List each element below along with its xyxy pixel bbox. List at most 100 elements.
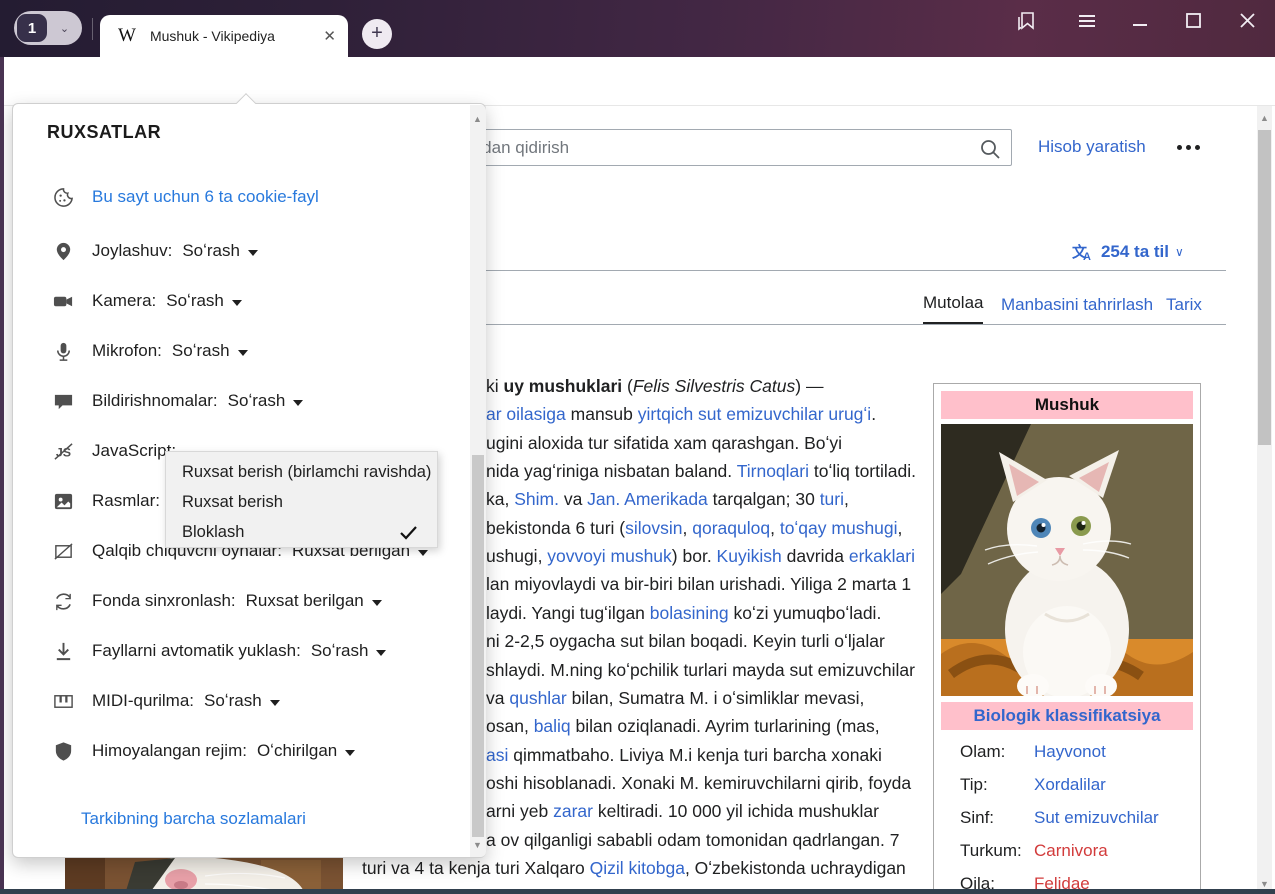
article-link[interactable]: Tirnoqlari [737,461,809,481]
chevron-down-icon[interactable] [418,550,428,556]
browser-window: 1 ⌄ W Mushuk - Vikipediya ✕ + [0,0,1275,894]
article-link[interactable]: asi [486,745,508,765]
menu-icon[interactable] [1074,8,1100,34]
article-link[interactable]: yovvoyi mushuk [547,546,672,566]
article-link[interactable]: toʻqay mushugi [780,518,898,538]
article-link[interactable]: Jan. Amerikada [587,489,708,509]
article-link[interactable]: Kuyikish [717,546,782,566]
article-line: ka, Shim. va Jan. Amerikada tarqalgan; 3… [486,489,849,510]
language-selector[interactable]: 文A 254 ta til ∨ [1072,241,1184,262]
chevron-down-icon[interactable] [248,250,258,256]
images-icon [53,491,74,512]
permission-row-location: Joylashuv:Soʻrash [53,238,258,264]
all-content-settings-link[interactable]: Tarkibning barcha sozlamalari [81,809,306,829]
menu-option[interactable]: Ruxsat berish [182,488,422,516]
chevron-down-icon[interactable] [293,400,303,406]
article-line: bekistonda 6 turi (silovsin, qoraquloq, … [486,518,902,539]
article-link[interactable]: qushlar [509,688,566,708]
javascript-icon: JS [53,441,74,462]
scroll-up-icon[interactable]: ▲ [470,111,485,127]
article-line: ni 2-2,5 oygacha sut bilan boqadi. Keyin… [486,631,885,652]
article-link[interactable]: turi [820,489,844,509]
popup-scrollbar-thumb[interactable] [472,455,484,837]
tab-history[interactable]: Tarix [1166,295,1202,324]
article-link[interactable]: bolasining [650,603,729,623]
chevron-down-icon[interactable] [345,750,355,756]
permission-value[interactable]: Soʻrash [166,291,242,311]
menu-option[interactable]: Bloklash [182,518,422,546]
taxo-value-link[interactable]: Xordalilar [1034,775,1106,795]
kitten-photo[interactable] [941,424,1193,696]
scroll-down-icon[interactable]: ▼ [470,837,485,853]
permission-value[interactable]: Soʻrash [172,341,248,361]
permission-value[interactable]: Soʻrash [182,241,258,261]
menu-option[interactable]: Ruxsat berish (birlamchi ravishda) [182,458,422,486]
permission-label: Kamera: [92,291,156,311]
article-link[interactable]: zarar [553,801,593,821]
tab-close-icon[interactable]: ✕ [323,27,336,45]
search-icon[interactable] [978,137,1002,161]
new-tab-button[interactable]: + [362,19,392,49]
language-icon: 文A [1072,241,1095,262]
chevron-down-icon[interactable] [376,650,386,656]
permission-row-shield: Himoyalangan rejim:Oʻchirilgan [53,738,355,764]
popup-blocked-icon [53,541,74,562]
tab-edit-source[interactable]: Manbasini tahrirlash [1001,295,1153,324]
chevron-down-icon[interactable] [372,600,382,606]
sync-icon [53,591,74,612]
article-link[interactable]: Qizil kitobga [590,858,685,878]
article-link[interactable]: silovsin [625,518,682,538]
permission-label: Fayllarni avtomatik yuklash: [92,641,301,661]
maximize-icon[interactable] [1181,8,1207,34]
tab-counter-button[interactable]: 1 ⌄ [14,11,82,45]
close-icon[interactable] [1235,8,1261,34]
article-link[interactable]: yirtqich sut emizuvchilar urugʻi [638,404,871,424]
permission-value[interactable]: Soʻrash [228,391,304,411]
chevron-down-icon[interactable] [270,700,280,706]
tab-count-badge: 1 [17,14,47,42]
collections-icon[interactable] [1014,8,1040,34]
article-line: ar oilasiga mansub yirtqich sut emizuvch… [486,404,876,425]
taxo-label: Olam: [960,742,1005,761]
article-link[interactable]: Shim. [514,489,559,509]
page-scrollbar[interactable]: ▲ ▼ [1257,106,1272,894]
permission-label: Rasmlar: [92,491,160,511]
article-line: ki uy mushuklari (Felis Silvestris Catus… [486,376,823,397]
download-icon [53,641,74,662]
tab-read[interactable]: Mutolaa [923,293,983,324]
taxo-value-link[interactable]: Carnivora [1034,841,1108,861]
permission-value[interactable]: Oʻchirilgan [257,741,355,761]
permission-value[interactable]: Soʻrash [204,691,280,711]
browser-tab-active[interactable]: W Mushuk - Vikipediya ✕ [100,15,348,57]
shield-icon [53,741,74,762]
article-link[interactable]: qoraquloq [692,518,770,538]
article-link[interactable]: erkaklari [849,546,915,566]
midi-icon [53,691,74,712]
more-options-icon[interactable] [1177,145,1200,150]
minimize-icon[interactable] [1127,8,1153,34]
article-tabs: Mutolaa Manbasini tahrirlash Tarix [360,296,1226,325]
taxo-value-link[interactable]: Sut emizuvchilar [1034,808,1159,828]
taxo-label: Turkum: [960,841,1022,860]
taxo-value-link[interactable]: Hayvonot [1034,742,1106,762]
article-link[interactable]: ar oilasiga [486,404,566,424]
create-account-link[interactable]: Hisob yaratish [1038,137,1146,157]
cookies-row[interactable]: Bu sayt uchun 6 ta cookie-fayl [53,184,319,210]
chevron-down-icon[interactable] [232,300,242,306]
article-link[interactable]: baliq [534,716,571,736]
permission-value[interactable]: Ruxsat berilgan [246,591,382,611]
taxo-label: Tip: [960,775,988,794]
article-line: ugini aloxida tur sifatida xam qarashgan… [486,433,842,454]
scroll-up-icon[interactable]: ▲ [1257,110,1272,126]
permission-row-camera: Kamera: Soʻrash [53,288,242,314]
chevron-down-icon[interactable]: ⌄ [47,22,82,35]
page-scrollbar-thumb[interactable] [1258,130,1271,445]
chevron-down-icon[interactable] [238,350,248,356]
permission-value[interactable]: Soʻrash [311,641,387,661]
article-line: va qushlar bilan, Sumatra M. i oʻsimlikl… [486,688,864,709]
article-line: ushugi, yovvoyi mushuk) bor. Kuyikish da… [486,546,915,567]
popup-scrollbar[interactable]: ▲ ▼ [470,105,486,857]
article-line: arni yeb zarar keltiradi. 10 000 yil ich… [486,801,879,822]
header-divider [360,270,1226,271]
cookies-link[interactable]: Bu sayt uchun 6 ta cookie-fayl [92,187,319,207]
